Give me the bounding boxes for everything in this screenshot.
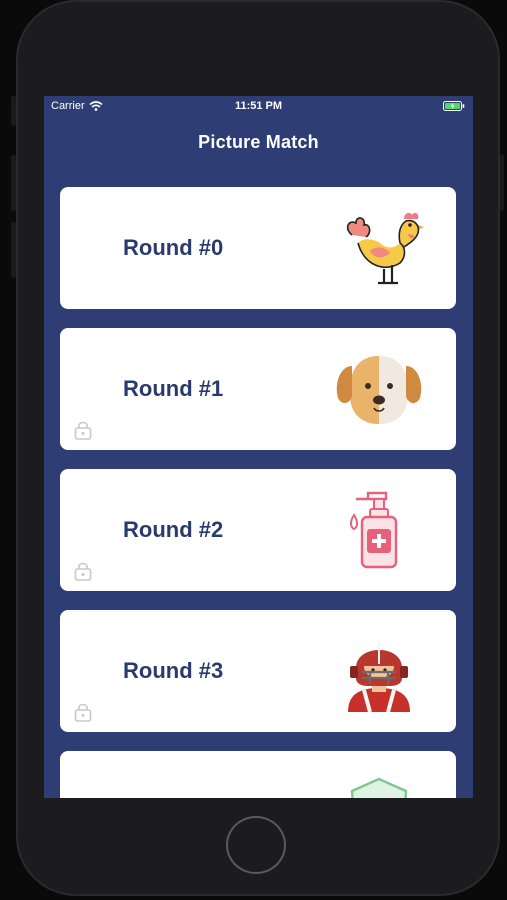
round-label: Round #0 [123,235,224,260]
lock-icon [74,562,92,581]
battery-charging-icon [443,101,465,111]
status-bar: Carrier 11:51 PM [44,96,473,116]
round-card-1[interactable]: Round #1 [60,328,456,450]
home-button[interactable] [226,816,286,874]
round-label: Round #2 [123,517,224,542]
round-card-2[interactable]: Round #2 [60,469,456,591]
round-card-0[interactable]: Round #0 [60,187,456,309]
round-label: Round #3 [123,658,224,683]
rooster-icon [346,212,424,285]
lock-icon [74,703,92,722]
round-card-4[interactable] [60,751,456,798]
lock-icon [74,421,92,440]
football-player-icon [348,642,410,712]
status-time: 11:51 PM [234,100,283,112]
hand-sanitizer-icon [350,491,398,569]
nav-title: Picture Match [198,132,319,152]
round-card-3[interactable]: Round #3 [60,610,456,732]
app-screen: Carrier 11:51 PM Picture Match Round #0 [44,96,473,798]
shield-icon [350,777,408,798]
dog-face-icon [336,356,422,424]
round-label: Round #1 [123,376,224,401]
